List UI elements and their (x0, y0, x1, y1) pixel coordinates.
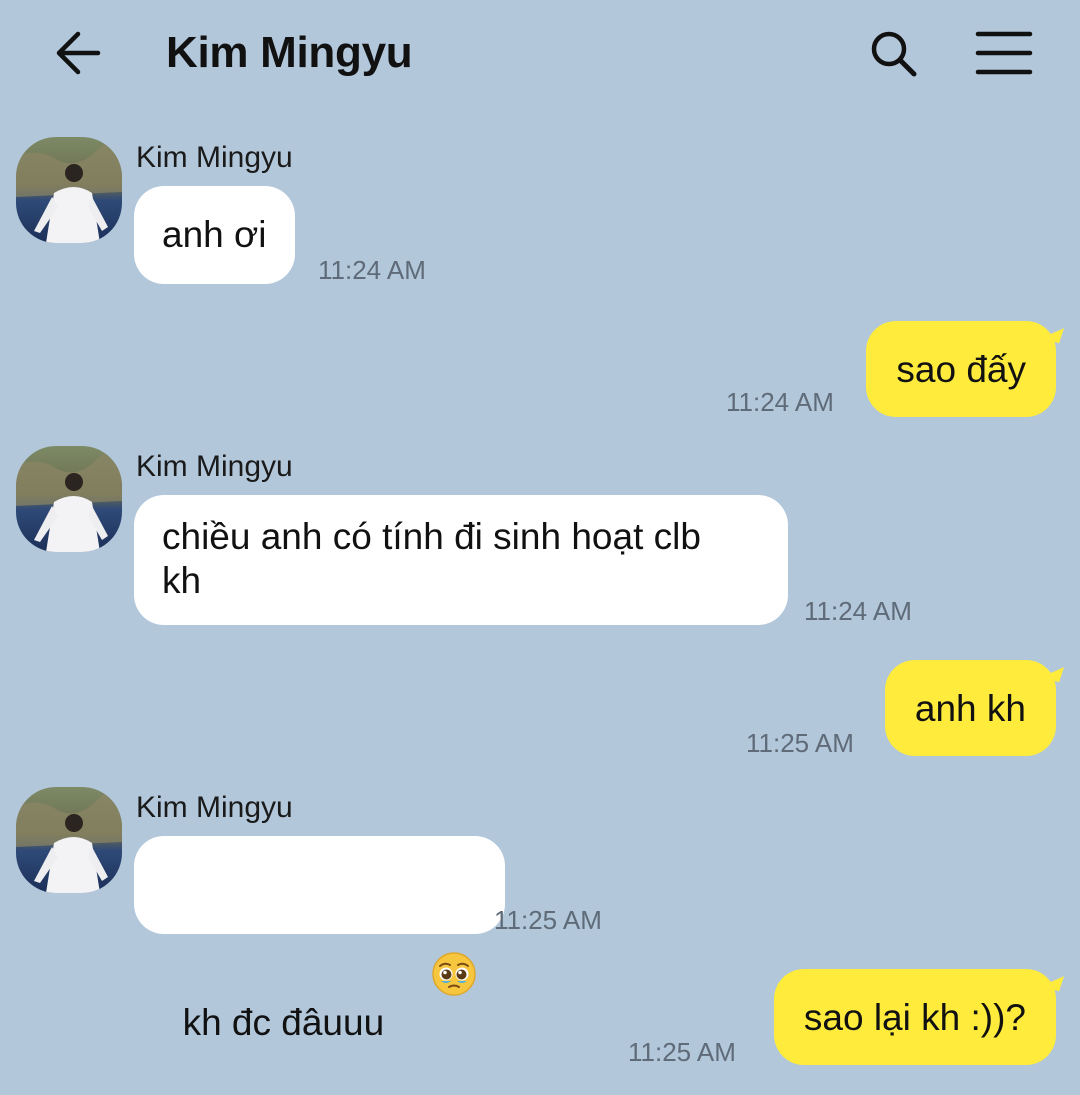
incoming-message-bubble[interactable]: anh ơi (134, 186, 295, 284)
incoming-message-bubble[interactable]: kh đc đâuuu (134, 836, 506, 1043)
contact-avatar[interactable] (16, 446, 122, 552)
contact-avatar[interactable] (16, 137, 122, 243)
chat-header: Kim Mingyu (0, 0, 1080, 106)
search-icon (871, 31, 917, 77)
avatar-photo (16, 787, 122, 893)
avatar-photo (16, 446, 122, 552)
hamburger-menu-icon (975, 31, 1033, 75)
message-timestamp: 11:24 AM (804, 596, 912, 626)
arrow-left-icon (56, 31, 101, 75)
message-text: kh đc đâuuu (182, 1002, 385, 1043)
back-button[interactable] (48, 24, 110, 82)
message-timestamp: 11:25 AM (628, 1037, 736, 1067)
pleading-face-emoji (390, 907, 477, 1051)
outgoing-message-bubble[interactable]: anh kh (884, 660, 1056, 756)
message-timestamp: 11:25 AM (746, 728, 854, 758)
outgoing-message-bubble[interactable]: sao lại kh :))? (773, 969, 1056, 1065)
message-timestamp: 11:24 AM (726, 387, 834, 417)
message-timestamp: 11:25 AM (494, 905, 602, 935)
chat-title: Kim Mingyu (166, 28, 413, 77)
menu-button[interactable] (970, 24, 1038, 82)
incoming-message-bubble[interactable]: chiều anh có tính đi sinh hoạt clb kh (134, 495, 788, 625)
contact-avatar[interactable] (16, 787, 122, 893)
sender-name: Kim Mingyu (136, 450, 293, 483)
sender-name: Kim Mingyu (136, 791, 293, 824)
search-button[interactable] (862, 24, 924, 82)
avatar-photo (16, 137, 122, 243)
sender-name: Kim Mingyu (136, 141, 293, 174)
message-timestamp: 11:24 AM (318, 255, 426, 285)
outgoing-message-bubble[interactable]: sao đấy (866, 321, 1056, 417)
